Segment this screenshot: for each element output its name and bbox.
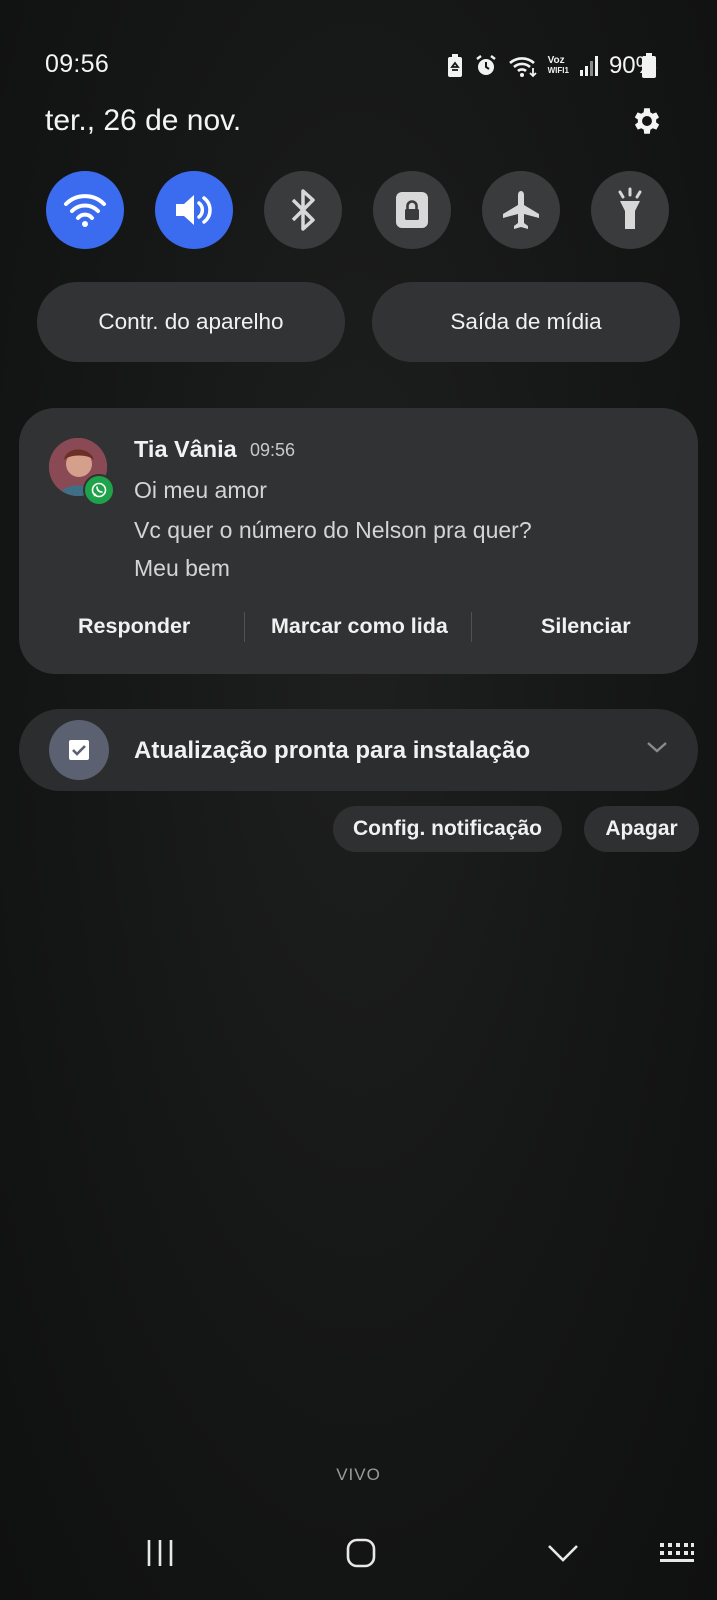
checkbox-icon <box>69 740 89 760</box>
lock-icon <box>396 192 428 228</box>
reply-button[interactable]: Responder <box>78 614 190 639</box>
flashlight-toggle[interactable] <box>591 171 669 249</box>
wifi-icon <box>508 57 537 78</box>
bluetooth-icon <box>291 189 315 231</box>
notification-message-3: Meu bem <box>134 555 230 581</box>
home-icon[interactable] <box>346 1538 376 1568</box>
notification-message-2: Vc quer o número do Nelson pra quer? <box>134 517 532 543</box>
chevron-down-icon[interactable] <box>646 740 668 754</box>
mute-button[interactable]: Silenciar <box>541 614 631 639</box>
voz-label: Voz <box>547 55 565 66</box>
action-divider <box>471 612 472 642</box>
carrier-label: VIVO <box>336 1465 381 1484</box>
media-output-button[interactable]: Saída de mídia <box>372 282 680 362</box>
battery-icon <box>642 53 656 78</box>
flashlight-icon <box>618 187 642 229</box>
recycle-battery-icon <box>447 54 462 77</box>
mark-read-button[interactable]: Marcar como lida <box>271 614 448 639</box>
status-time: 09:56 <box>45 50 110 78</box>
gear-icon[interactable] <box>630 104 664 138</box>
recent-apps-icon[interactable] <box>145 1538 175 1568</box>
clear-button[interactable]: Apagar <box>584 806 699 852</box>
whatsapp-icon <box>83 474 115 506</box>
wifi-icon <box>64 194 106 227</box>
status-icons: Voz WIFI1 90% <box>446 52 657 80</box>
notification-settings-button[interactable]: Config. notificação <box>333 806 562 852</box>
alarm-icon <box>475 55 496 75</box>
notification-time: 09:56 <box>250 440 296 460</box>
notification-message-1: Oi meu amor <box>134 477 267 503</box>
airplane-toggle[interactable] <box>482 171 560 249</box>
sound-toggle[interactable] <box>155 171 233 249</box>
chevron-down-icon[interactable] <box>547 1544 579 1564</box>
whatsapp-glyph <box>91 482 107 498</box>
bluetooth-toggle[interactable] <box>264 171 342 249</box>
wifi-toggle[interactable] <box>46 171 124 249</box>
wifi1-label: WIFI1 <box>547 66 569 75</box>
signal-icon <box>579 56 598 76</box>
airplane-icon <box>503 191 539 229</box>
voz-wifi-icon: Voz WIFI1 <box>548 56 569 76</box>
device-control-button[interactable]: Contr. do aparelho <box>37 282 345 362</box>
date-label: ter., 26 de nov. <box>45 104 242 137</box>
update-text: Atualização pronta para instalação <box>134 737 531 764</box>
keyboard-icon[interactable] <box>659 1541 695 1565</box>
update-icon <box>49 720 109 780</box>
rotation-lock-toggle[interactable] <box>373 171 451 249</box>
volume-icon <box>176 195 212 225</box>
action-divider <box>244 612 245 642</box>
notification-sender: Tia Vânia <box>134 436 237 462</box>
